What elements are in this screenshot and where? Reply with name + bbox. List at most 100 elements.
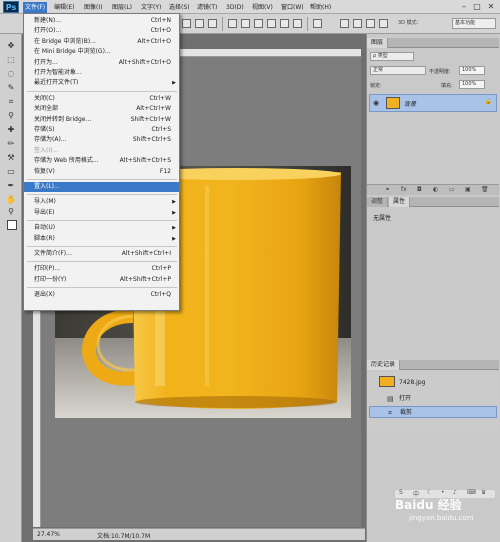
tab-history[interactable]: 历史记录 (367, 360, 401, 370)
healing-brush-tool-icon[interactable]: ✚ (5, 124, 17, 135)
align-top-icon[interactable] (182, 19, 191, 28)
watermark-url: jingyan.baidu.com (409, 514, 474, 522)
file-menu-item[interactable]: 在 Bridge 中浏览(B)... Alt+Ctrl+O (24, 37, 179, 47)
file-menu-item[interactable]: 关闭全部 Alt+Ctrl+W (24, 104, 179, 114)
zoom-level[interactable]: 27.47% (37, 531, 60, 538)
menu-type[interactable]: 文字(Y) (139, 2, 163, 13)
add-mask-icon[interactable]: ◘ (417, 186, 422, 193)
file-menu-item[interactable]: 关闭(C) Ctrl+W (24, 94, 179, 104)
file-menu-item[interactable]: 在 Mini Bridge 中浏览(G)... (24, 47, 179, 57)
file-menu-item[interactable]: 存储(S) Ctrl+S (24, 125, 179, 135)
new-group-icon[interactable]: ▭ (449, 186, 455, 193)
close-icon[interactable]: ✕ (485, 1, 497, 12)
moon-icon: ☾ (427, 489, 433, 496)
menu-select[interactable]: 选择(S) (167, 2, 192, 13)
pen-tool-icon[interactable]: ✒ (5, 180, 17, 191)
file-menu-item[interactable]: 文件简介(F)... Alt+Shift+Ctrl+I (24, 249, 179, 259)
file-menu-item[interactable]: 存储为(A)... Shift+Ctrl+S (24, 135, 179, 145)
workspace-dropdown[interactable]: 基本功能 (452, 18, 496, 29)
3d-rotate-icon[interactable] (340, 19, 349, 28)
move-tool-icon[interactable]: ✥ (5, 40, 17, 51)
file-menu-item[interactable]: 自动(U) ▶ (24, 223, 179, 233)
lasso-tool-icon[interactable]: ◌ (5, 68, 17, 79)
distribute-center-icon[interactable] (280, 19, 289, 28)
adjustment-layer-icon[interactable]: ◐ (433, 186, 438, 193)
layer-name[interactable]: 背景 (404, 99, 416, 108)
menu-help[interactable]: 帮助(H) (308, 2, 333, 13)
file-menu-item[interactable]: 关闭并转到 Bridge... Shift+Ctrl+W (24, 115, 179, 125)
menu-item-label: 在 Mini Bridge 中浏览(G)... (34, 48, 111, 56)
opacity-field[interactable]: 100% (459, 66, 485, 75)
menu-item-shortcut: Alt+Shift+Ctrl+P (119, 275, 171, 283)
menu-view[interactable]: 视图(V) (250, 2, 275, 13)
distribute-left-icon[interactable] (267, 19, 276, 28)
file-menu-item[interactable]: 导入(M) ▶ (24, 197, 179, 207)
eraser-tool-icon[interactable]: ▭ (5, 166, 17, 177)
menu-3d[interactable]: 3D(D) (224, 2, 246, 13)
file-menu-item[interactable]: 存储为 Web 所用格式... Alt+Shift+Ctrl+S (24, 156, 179, 166)
3d-roll-icon[interactable] (353, 19, 362, 28)
distribute-top-icon[interactable] (228, 19, 237, 28)
menu-item-label: 新建(N)... (34, 17, 61, 24)
menu-item-label: 关闭(C) (34, 94, 55, 102)
file-menu-item[interactable]: 恢复(V) F12 (24, 167, 179, 177)
clone-stamp-tool-icon[interactable]: ⚒ (5, 152, 17, 163)
3d-slide-icon[interactable] (379, 19, 388, 28)
tab-properties[interactable]: 属性 (389, 197, 411, 207)
zoom-tool-icon[interactable]: ⚲ (5, 206, 17, 217)
crop-tool-icon[interactable]: ⌗ (5, 96, 17, 107)
baidu-watermark: S 中 ☾ • ♪ ⌨ ♛ Baidu 经验 jingyan.baidu.com (395, 489, 497, 536)
eyedropper-tool-icon[interactable]: ⚲ (5, 110, 17, 121)
maximize-icon[interactable]: □ (471, 1, 483, 12)
file-menu-item[interactable]: 脚本(R) ▶ (24, 234, 179, 244)
distribute-middle-icon[interactable] (241, 19, 250, 28)
menu-image[interactable]: 图像(I) (82, 2, 104, 13)
menu-layer[interactable]: 图层(L) (110, 2, 134, 13)
menu-item-shortcut: Alt+Shift+Ctrl+I (121, 250, 171, 257)
file-menu-item[interactable]: 打开为... Alt+Shift+Ctrl+O (24, 58, 179, 68)
menu-file[interactable]: 文件(F) (23, 2, 48, 13)
foreground-color-swatch[interactable] (7, 220, 17, 230)
history-snapshot[interactable]: 7428.jpg (369, 374, 497, 390)
minimize-icon[interactable]: – (458, 1, 470, 12)
marquee-tool-icon[interactable]: ⬚ (5, 54, 17, 65)
shirt-icon: ♛ (481, 489, 487, 496)
history-step-open[interactable]: ▤ 打开 (369, 393, 497, 405)
blend-mode-dropdown[interactable]: 正常 (370, 66, 426, 75)
file-menu-item[interactable]: 退出(X) Ctrl+Q (24, 290, 179, 300)
hand-tool-icon[interactable]: ✋ (5, 194, 17, 205)
align-bottom-icon[interactable] (208, 19, 217, 28)
file-menu-item[interactable]: 置入(L)... (24, 182, 179, 192)
menu-separator (27, 246, 177, 247)
distribute-bottom-icon[interactable] (254, 19, 263, 28)
quick-select-tool-icon[interactable]: ✎ (5, 82, 17, 93)
tab-adjustments[interactable]: 调整 (367, 197, 389, 207)
tab-layers[interactable]: 图层 (367, 38, 389, 48)
layer-style-icon[interactable]: fx (401, 186, 407, 193)
file-menu-item[interactable]: 新建(N)... Ctrl+N (24, 16, 179, 26)
menu-filter[interactable]: 滤镜(T) (195, 2, 219, 13)
brush-tool-icon[interactable]: ✏ (5, 138, 17, 149)
file-menu-item[interactable]: 打开(O)... Ctrl+O (24, 26, 179, 36)
distribute-right-icon[interactable] (293, 19, 302, 28)
file-menu-item[interactable]: 导出(E) ▶ (24, 208, 179, 218)
history-step-crop[interactable]: ⌗ 裁剪 (369, 406, 497, 418)
align-middle-icon[interactable] (195, 19, 204, 28)
menu-edit[interactable]: 编辑(E) (52, 2, 76, 13)
fill-field[interactable]: 100% (459, 80, 485, 89)
layer-kind-filter[interactable]: ρ 类型 (370, 52, 414, 61)
layer-row-background[interactable]: ◉ 背景 🔒 (369, 94, 497, 112)
new-layer-icon[interactable]: ▣ (465, 186, 471, 193)
3d-pan-icon[interactable] (366, 19, 375, 28)
auto-align-icon[interactable] (313, 19, 322, 28)
file-menu-item[interactable]: 打开为智能对象... (24, 68, 179, 78)
document-size[interactable]: 文档:10.7M/10.7M (97, 531, 150, 540)
link-layers-icon[interactable]: ⚭ (385, 186, 390, 193)
delete-layer-icon[interactable]: 🗑 (481, 186, 489, 193)
file-menu-item[interactable]: 打印(P)... Ctrl+P (24, 264, 179, 274)
file-menu-item[interactable]: 打印一份(Y) Alt+Shift+Ctrl+P (24, 275, 179, 285)
menu-window[interactable]: 窗口(W) (279, 2, 306, 13)
visibility-eye-icon[interactable]: ◉ (373, 99, 379, 107)
menu-item-shortcut: Ctrl+N (150, 17, 171, 24)
file-menu-item[interactable]: 最近打开文件(T) ▶ (24, 78, 179, 88)
